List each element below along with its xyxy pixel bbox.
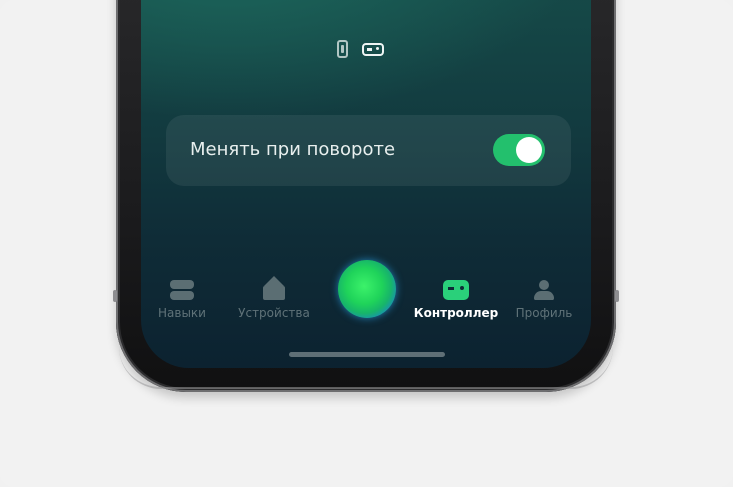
mode-icons [337, 40, 384, 58]
rotate-setting-card: Менять при повороте [166, 115, 571, 186]
controller-icon [443, 280, 469, 300]
toggle-knob [516, 137, 542, 163]
gamepad-icon[interactable] [362, 42, 384, 56]
tab-controller[interactable]: Контроллер [411, 280, 501, 320]
rotate-toggle-switch[interactable] [493, 134, 545, 166]
page-background: Менять при повороте Навыки Устройства Ко… [0, 0, 733, 487]
assistant-orb-button[interactable] [338, 260, 396, 318]
tab-label: Профиль [515, 306, 573, 320]
home-icon [263, 276, 285, 300]
tab-skills[interactable]: Навыки [141, 280, 227, 320]
phone-icon[interactable] [337, 40, 348, 58]
tab-label: Контроллер [413, 306, 499, 320]
home-indicator[interactable] [289, 352, 445, 357]
phone-screen: Менять при повороте Навыки Устройства Ко… [141, 0, 591, 368]
tab-devices[interactable]: Устройства [229, 276, 319, 320]
side-button [615, 290, 619, 302]
rotate-setting-label: Менять при повороте [190, 139, 396, 160]
skills-icon [170, 280, 194, 300]
tab-profile[interactable]: Профиль [499, 280, 589, 320]
tab-label: Устройства [238, 306, 310, 320]
side-button [113, 290, 117, 302]
phone-frame: Менять при повороте Навыки Устройства Ко… [113, 0, 619, 392]
tab-label: Навыки [158, 306, 206, 320]
profile-icon [534, 280, 554, 300]
